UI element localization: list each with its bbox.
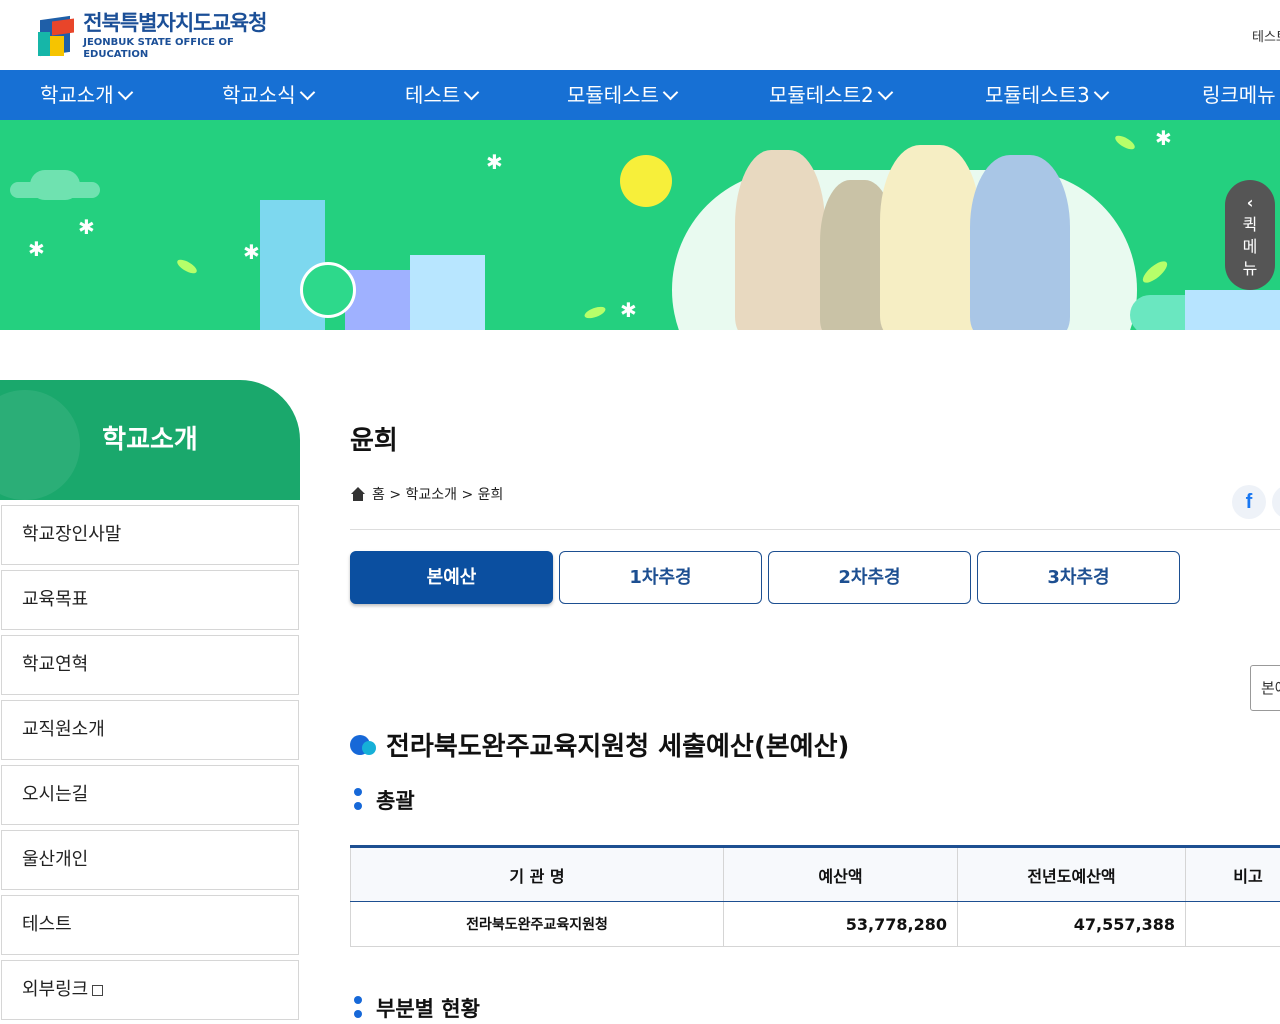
building-decoration: [1185, 290, 1280, 330]
tab-main-budget[interactable]: 본예산: [350, 551, 553, 604]
chevron-down-icon: [1093, 84, 1110, 100]
sidebar-item-staff-intro[interactable]: 교직원소개: [1, 700, 299, 760]
subsection-heading-text: 총괄: [376, 789, 415, 813]
nav-label: 모듈테스트: [567, 83, 659, 107]
section-heading-text: 전라북도완주교육지원청 세출예산(본예산): [386, 732, 850, 762]
nav-item-module-test-2[interactable]: 모듈테스트2: [769, 70, 894, 120]
table-cell: 47,557,388: [957, 901, 1186, 947]
site-header: 전북특별자치도교육청 JEONBUK STATE OFFICE OF EDUCA…: [0, 0, 1280, 70]
sidebar-item-ulsan-personal[interactable]: 울산개인: [1, 830, 299, 890]
speech-bubble-decoration: [620, 155, 672, 207]
students-photo: [880, 145, 980, 330]
budget-select[interactable]: 본예산: [1250, 665, 1280, 711]
flower-decoration: ✱: [28, 237, 45, 261]
flower-decoration: ✱: [243, 240, 260, 264]
sidebar-item-label: 외부링크: [22, 979, 89, 1000]
sidebar-item-test[interactable]: 테스트: [1, 895, 299, 955]
share-icon[interactable]: [1272, 485, 1280, 519]
quick-menu-label: 퀵: [1242, 215, 1258, 234]
breadcrumb: 홈 > 학교소개 > 윤희: [350, 484, 503, 504]
flower-decoration: ✱: [78, 215, 95, 239]
tab-third-supplementary[interactable]: 3차추경: [977, 551, 1180, 604]
table-cell: 전라북도완주교육지원청: [350, 901, 724, 947]
logo-title: 전북특별자치도교육청: [83, 11, 267, 35]
tab-first-supplementary[interactable]: 1차추경: [559, 551, 762, 604]
table-cell: [1185, 901, 1280, 947]
table-row: 전라북도완주교육지원청 53,778,280 47,557,388: [350, 901, 1280, 947]
table-header: 기 관 명: [350, 846, 724, 902]
table-cell: 53,778,280: [723, 901, 958, 947]
flower-decoration: ✱: [1155, 126, 1172, 150]
nav-label: 모듈테스트3: [985, 83, 1090, 107]
sidebar-item-external-link[interactable]: 외부링크: [1, 960, 299, 1020]
nav-label: 모듈테스트2: [769, 83, 874, 107]
quick-menu-label: 메: [1242, 237, 1258, 256]
nav-item-module-test[interactable]: 모듈테스트: [567, 70, 679, 120]
nav-label: 학교소식: [222, 83, 296, 107]
breadcrumb-text: 홈 > 학교소개 > 윤희: [372, 487, 504, 503]
sidebar-item-principal-greeting[interactable]: 학교장인사말: [1, 505, 299, 565]
header-link[interactable]: 테스트: [1252, 26, 1280, 45]
facebook-share-icon[interactable]: f: [1232, 485, 1266, 519]
leaf-decoration: [1113, 133, 1137, 152]
tab-second-supplementary[interactable]: 2차추경: [768, 551, 971, 604]
nav-label: 테스트: [405, 83, 461, 107]
chevron-down-icon: [117, 84, 133, 100]
colon-bullet-icon: [352, 788, 366, 812]
quick-menu-button[interactable]: ‹ 퀵 메 뉴: [1225, 180, 1275, 290]
nav-item-school-intro[interactable]: 학교소개: [40, 70, 133, 120]
nav-label: 링크메뉴: [1202, 83, 1276, 107]
subsection-heading-text: 부분별 현황: [376, 997, 480, 1021]
nav-item-test[interactable]: 테스트: [405, 70, 480, 120]
table-header: 비고: [1185, 846, 1280, 902]
divider: [350, 529, 1280, 530]
sidebar-item-directions[interactable]: 오시는길: [1, 765, 299, 825]
logo-icon: [38, 14, 77, 58]
table-header: 예산액: [723, 846, 958, 902]
building-decoration: [410, 255, 485, 330]
main-nav: 학교소개 학교소식 테스트 모듈테스트 모듈테스트2 모듈테스트3 링크메뉴: [0, 70, 1280, 120]
external-link-icon: [92, 985, 104, 996]
nav-item-school-news[interactable]: 학교소식: [222, 70, 315, 120]
logo-subtitle: JEONBUK STATE OFFICE OF EDUCATION: [83, 37, 234, 60]
colon-bullet-icon: [352, 996, 366, 1020]
leaf-decoration: [583, 304, 607, 321]
flower-decoration: ✱: [620, 298, 637, 322]
cloud-decoration: [30, 170, 80, 200]
section-heading: 전라북도완주교육지원청 세출예산(본예산): [350, 726, 849, 763]
subsection-heading-summary: 총괄: [352, 785, 415, 815]
tree-decoration: [300, 262, 356, 318]
chevron-left-icon: ‹: [1246, 193, 1254, 212]
students-photo: [970, 155, 1070, 330]
sidebar-title: 학교소개: [102, 425, 198, 455]
sidebar-title-box: 학교소개: [0, 380, 300, 500]
page-title: 윤희: [350, 426, 398, 456]
nav-label: 학교소개: [40, 83, 114, 107]
students-photo: [735, 150, 825, 330]
main-banner: ✱ ✱ ✱ ✱ ✱ ✱: [0, 120, 1280, 330]
quick-menu-label: 뉴: [1242, 259, 1258, 278]
chevron-down-icon: [877, 84, 894, 100]
heading-bullet-icon: [350, 733, 378, 757]
sidebar-item-school-history[interactable]: 학교연혁: [1, 635, 299, 695]
flower-decoration: ✱: [486, 150, 503, 174]
leaf-decoration: [175, 257, 199, 276]
chevron-down-icon: [299, 84, 315, 100]
chevron-down-icon: [463, 84, 480, 100]
home-icon[interactable]: [350, 487, 366, 501]
leaf-decoration: [1139, 257, 1171, 287]
site-logo[interactable]: 전북특별자치도교육청 JEONBUK STATE OFFICE OF EDUCA…: [38, 11, 298, 60]
table-header: 전년도예산액: [957, 846, 1186, 902]
subsection-heading-detail: 부분별 현황: [352, 993, 480, 1023]
chevron-down-icon: [662, 84, 679, 100]
nav-item-link-menu[interactable]: 링크메뉴: [1202, 70, 1276, 120]
budget-summary-table: 기 관 명 예산액 전년도예산액 비고 전라북도완주교육지원청 53,778,2…: [350, 845, 1280, 947]
nav-item-module-test-3[interactable]: 모듈테스트3: [985, 70, 1110, 120]
sidebar-item-education-goals[interactable]: 교육목표: [1, 570, 299, 630]
